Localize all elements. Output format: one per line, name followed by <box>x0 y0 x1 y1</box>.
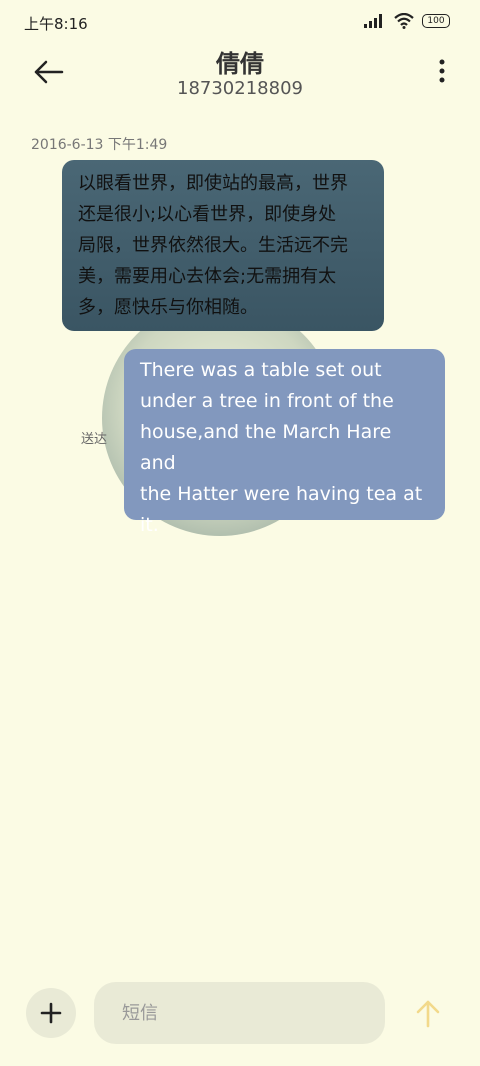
battery-level: 100 <box>427 16 445 26</box>
sms-input[interactable] <box>94 982 385 1044</box>
outgoing-message-line: the Hatter were having tea at <box>140 483 423 505</box>
signal-icon <box>364 14 382 28</box>
incoming-message-line: 局限，世界依然很大。生活远不完 <box>78 235 348 256</box>
plus-icon <box>40 1002 62 1024</box>
incoming-message-bubble[interactable]: 以眼看世界，即使站的最高，世界 还是很小;以心看世界，即使身处 局限，世界依然很… <box>62 160 384 331</box>
wifi-icon <box>394 13 414 29</box>
outgoing-message-line: under a tree in front of the <box>140 390 394 412</box>
battery-icon: 100 <box>422 14 450 28</box>
outgoing-message-bubble[interactable]: There was a table set out under a tree i… <box>124 349 445 536</box>
incoming-message-line: 多，愿快乐与你相随。 <box>78 297 258 318</box>
conversation-header: 倩倩 18730218809 <box>0 40 480 106</box>
outgoing-message-line: house,and the March Hare and <box>140 421 392 474</box>
add-attachment-button[interactable] <box>26 988 76 1038</box>
status-time: 上午8:16 <box>24 15 88 33</box>
contact-name: 倩倩 <box>216 50 264 78</box>
more-vertical-icon[interactable] <box>436 58 448 86</box>
outgoing-message-line: There was a table set out <box>140 359 382 381</box>
incoming-message-line: 美，需要用心去体会;无需拥有太 <box>78 266 337 287</box>
status-icons: 100 <box>364 13 450 29</box>
incoming-message-line: 还是很小;以心看世界，即使身处 <box>78 204 337 225</box>
message-timestamp: 2016-6-13 下午1:49 <box>31 137 168 153</box>
delivery-status: 送达 <box>81 432 108 447</box>
arrow-up-icon[interactable] <box>414 998 442 1028</box>
outgoing-message-line: it. <box>140 514 159 536</box>
incoming-message-line: 以眼看世界，即使站的最高，世界 <box>78 173 348 194</box>
contact-phone: 18730218809 <box>177 78 303 99</box>
